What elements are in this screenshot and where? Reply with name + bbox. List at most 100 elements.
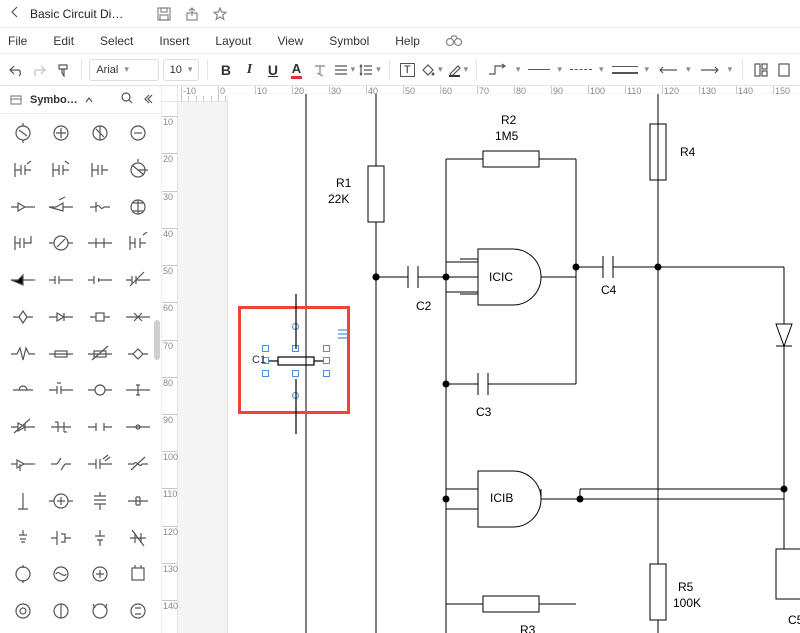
font-color-button[interactable]: A	[287, 58, 307, 82]
symbol-item[interactable]	[81, 157, 119, 183]
symbol-item[interactable]	[81, 488, 119, 514]
symbol-item[interactable]	[4, 451, 42, 477]
search-icon[interactable]	[121, 92, 133, 107]
canvas-area[interactable]: -100102030405060708090100110120130140150…	[162, 86, 800, 633]
symbol-item[interactable]	[81, 561, 119, 587]
symbol-item[interactable]	[119, 304, 157, 330]
menu-help[interactable]: Help	[395, 34, 420, 48]
menu-layout[interactable]: Layout	[215, 34, 251, 48]
line-weight-button[interactable]	[610, 61, 652, 79]
symbol-item[interactable]	[119, 341, 157, 367]
symbol-item[interactable]	[81, 304, 119, 330]
symbol-item[interactable]	[119, 414, 157, 440]
panel-scrollbar[interactable]	[154, 114, 160, 633]
menu-view[interactable]: View	[277, 34, 303, 48]
menu-select[interactable]: Select	[100, 34, 133, 48]
symbol-item[interactable]	[81, 341, 119, 367]
menu-insert[interactable]: Insert	[159, 34, 189, 48]
symbol-item[interactable]	[4, 414, 42, 440]
symbol-item[interactable]	[4, 194, 42, 220]
symbol-item[interactable]	[42, 194, 80, 220]
symbol-item[interactable]	[42, 157, 80, 183]
bold-button[interactable]: B	[216, 58, 236, 82]
symbol-item[interactable]	[4, 230, 42, 256]
collapse-panel-icon[interactable]	[143, 93, 153, 107]
menu-symbol[interactable]: Symbol	[329, 34, 369, 48]
library-icon[interactable]	[8, 92, 24, 108]
underline-button[interactable]: U	[263, 58, 283, 82]
symbol-item[interactable]	[81, 451, 119, 477]
chevron-up-icon[interactable]	[84, 95, 94, 105]
font-family-select[interactable]: Arial▾	[89, 59, 158, 81]
format-painter-button[interactable]	[53, 58, 73, 82]
symbol-item[interactable]	[4, 488, 42, 514]
symbol-item[interactable]	[119, 451, 157, 477]
symbol-item[interactable]	[81, 120, 119, 146]
layout-grid-button[interactable]	[751, 58, 771, 82]
line-solid-button[interactable]	[526, 62, 564, 77]
clear-format-button[interactable]	[310, 58, 330, 82]
symbol-item[interactable]	[42, 230, 80, 256]
arrow-end-button[interactable]	[697, 62, 735, 77]
symbol-item[interactable]	[42, 525, 80, 551]
connector-style-button[interactable]	[485, 61, 523, 79]
menu-file[interactable]: File	[8, 34, 27, 48]
align-button[interactable]	[334, 58, 356, 82]
page[interactable]: R1 22K C2	[228, 94, 800, 633]
symbol-item[interactable]	[119, 120, 157, 146]
menu-edit[interactable]: Edit	[53, 34, 74, 48]
fill-color-button[interactable]	[421, 58, 443, 82]
back-button[interactable]	[6, 6, 24, 21]
symbol-item[interactable]	[4, 525, 42, 551]
symbol-item[interactable]	[42, 267, 80, 293]
undo-button[interactable]	[6, 58, 26, 82]
shape-options-icon[interactable]	[336, 327, 350, 341]
symbol-item[interactable]	[119, 598, 157, 624]
symbol-item[interactable]	[42, 120, 80, 146]
binoculars-icon[interactable]	[446, 33, 462, 49]
symbol-item[interactable]	[119, 561, 157, 587]
symbol-item[interactable]	[4, 267, 42, 293]
symbol-item[interactable]	[42, 488, 80, 514]
symbol-item[interactable]	[42, 598, 80, 624]
line-spacing-button[interactable]	[359, 58, 381, 82]
symbol-item[interactable]	[81, 598, 119, 624]
page-button[interactable]	[774, 58, 794, 82]
symbol-item[interactable]	[81, 267, 119, 293]
star-icon[interactable]	[212, 6, 228, 22]
save-icon[interactable]	[156, 6, 172, 22]
symbol-item[interactable]	[4, 561, 42, 587]
symbol-item[interactable]	[81, 194, 119, 220]
canvas-background[interactable]: R1 22K C2	[178, 102, 800, 633]
symbol-item[interactable]	[42, 341, 80, 367]
symbol-item[interactable]	[119, 157, 157, 183]
symbol-item[interactable]	[4, 157, 42, 183]
symbol-item[interactable]	[42, 414, 80, 440]
redo-button[interactable]	[30, 58, 50, 82]
symbol-item[interactable]	[119, 525, 157, 551]
symbol-item[interactable]	[81, 414, 119, 440]
symbol-item[interactable]	[42, 451, 80, 477]
line-dash-button[interactable]	[568, 62, 606, 77]
symbol-item[interactable]	[4, 598, 42, 624]
symbol-item[interactable]	[42, 304, 80, 330]
share-icon[interactable]	[184, 6, 200, 22]
symbol-item[interactable]	[119, 377, 157, 403]
symbol-item[interactable]	[4, 377, 42, 403]
line-color-button[interactable]	[447, 58, 469, 82]
symbol-item[interactable]	[42, 561, 80, 587]
symbol-item[interactable]	[119, 230, 157, 256]
symbol-item[interactable]	[4, 120, 42, 146]
symbol-item[interactable]	[119, 194, 157, 220]
symbol-item[interactable]	[81, 377, 119, 403]
symbol-item[interactable]	[81, 525, 119, 551]
symbol-item[interactable]	[81, 230, 119, 256]
italic-button[interactable]: I	[240, 58, 260, 82]
symbol-item[interactable]	[42, 377, 80, 403]
symbol-item[interactable]	[119, 267, 157, 293]
symbol-item[interactable]	[119, 488, 157, 514]
font-size-select[interactable]: 10▾	[163, 59, 200, 81]
arrow-start-button[interactable]	[655, 62, 693, 77]
symbol-item[interactable]	[4, 304, 42, 330]
symbol-item[interactable]	[4, 341, 42, 367]
